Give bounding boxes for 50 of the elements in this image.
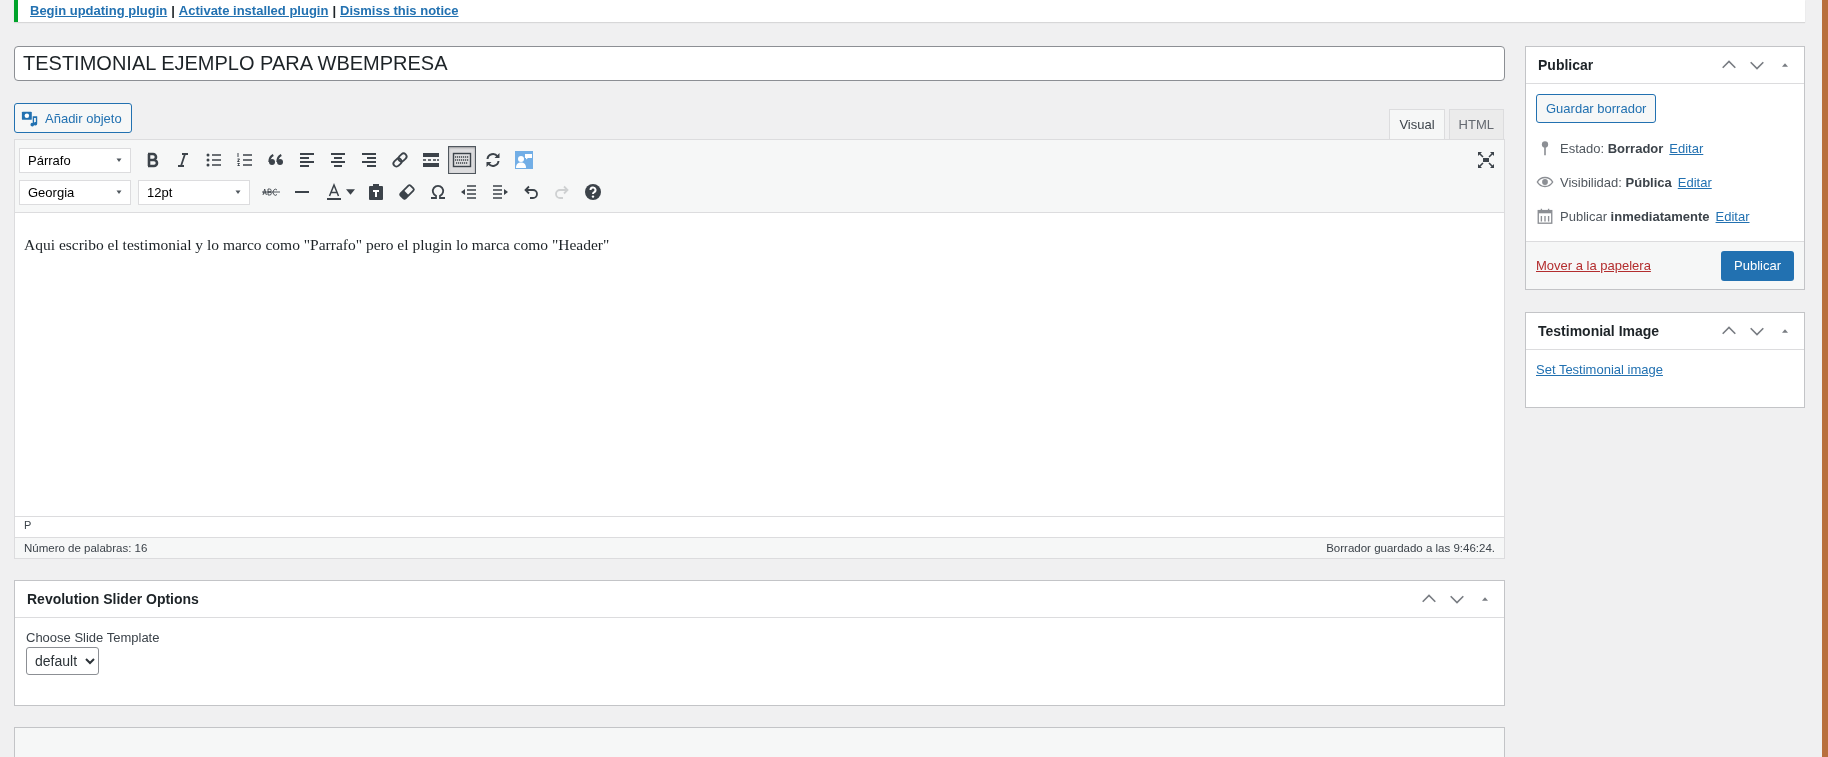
omega-icon [428, 182, 448, 202]
title-field[interactable]: TESTIMONIAL EJEMPLO PARA WBEMPRESA [14, 46, 1505, 81]
editor-tab[interactable]: Visual [1389, 109, 1445, 139]
add-media-button[interactable]: Añadir objeto [14, 103, 132, 133]
edit-link[interactable]: Editar [1715, 208, 1750, 224]
outdent-icon [459, 182, 479, 202]
media-icon [21, 109, 39, 127]
link-separator: | [332, 3, 336, 18]
person-card-icon [514, 150, 534, 170]
link-icon [390, 150, 410, 170]
box-title: Testimonial Image [1538, 323, 1660, 339]
edit-link[interactable]: Editar [1677, 174, 1712, 190]
dropdown[interactable]: 12pt [138, 179, 250, 205]
trash-link[interactable]: Mover a la papelera [1536, 258, 1651, 273]
editor-text: Aqui escribo el testimonial y lo marco como "Parrafo" pero el plugin lo marca como "Header" [24, 236, 611, 254]
autosave-status: Borrador guardado a las 9:46:24. [1326, 542, 1495, 554]
eraser-icon [397, 182, 417, 202]
help-icon [583, 182, 603, 202]
box-title: Revolution Slider Options [27, 591, 199, 607]
align-right-icon [359, 150, 379, 170]
notice-link[interactable]: Activate installed plugin [178, 3, 329, 18]
notice-link[interactable]: Dismiss this notice [340, 3, 459, 18]
keyboard-icon [452, 150, 472, 170]
publish-button[interactable]: Publicar [1721, 250, 1794, 281]
box-title: Publicar [1538, 57, 1594, 73]
edit-link[interactable]: Editar [1669, 140, 1704, 156]
link-separator: | [171, 3, 175, 18]
notice-link[interactable]: Begin updating plugin [30, 3, 168, 18]
publish-info: Estado: Borrador [1560, 140, 1664, 156]
save-draft-button[interactable]: Guardar borrador [1536, 94, 1657, 123]
clipboard-icon [366, 182, 386, 202]
set-image-link[interactable]: Set Testimonial image [1536, 362, 1663, 377]
indent-icon [490, 182, 510, 202]
word-count: Número de palabras: 16 [24, 542, 148, 554]
element-path: P [24, 519, 32, 531]
field-label: Choose Slide Template [26, 630, 161, 645]
toolbar-toggle-button[interactable] [448, 146, 476, 174]
editor-tab[interactable]: HTML [1448, 109, 1504, 139]
align-center-icon [328, 150, 348, 170]
horizontal-line-icon [295, 191, 309, 193]
calendar-icon [1536, 207, 1554, 225]
align-left-icon [297, 150, 317, 170]
publish-info: Publicar inmediatamente [1560, 208, 1710, 224]
template-select[interactable]: default [26, 647, 99, 675]
dashed-divider-icon [421, 150, 441, 170]
fullscreen-icon [1476, 150, 1496, 170]
caret-down-icon [345, 189, 355, 195]
publish-info: Visibilidad: Pública [1560, 174, 1672, 190]
dropdown[interactable]: Párrafo [19, 147, 131, 173]
dropdown[interactable]: Georgia [19, 179, 131, 205]
